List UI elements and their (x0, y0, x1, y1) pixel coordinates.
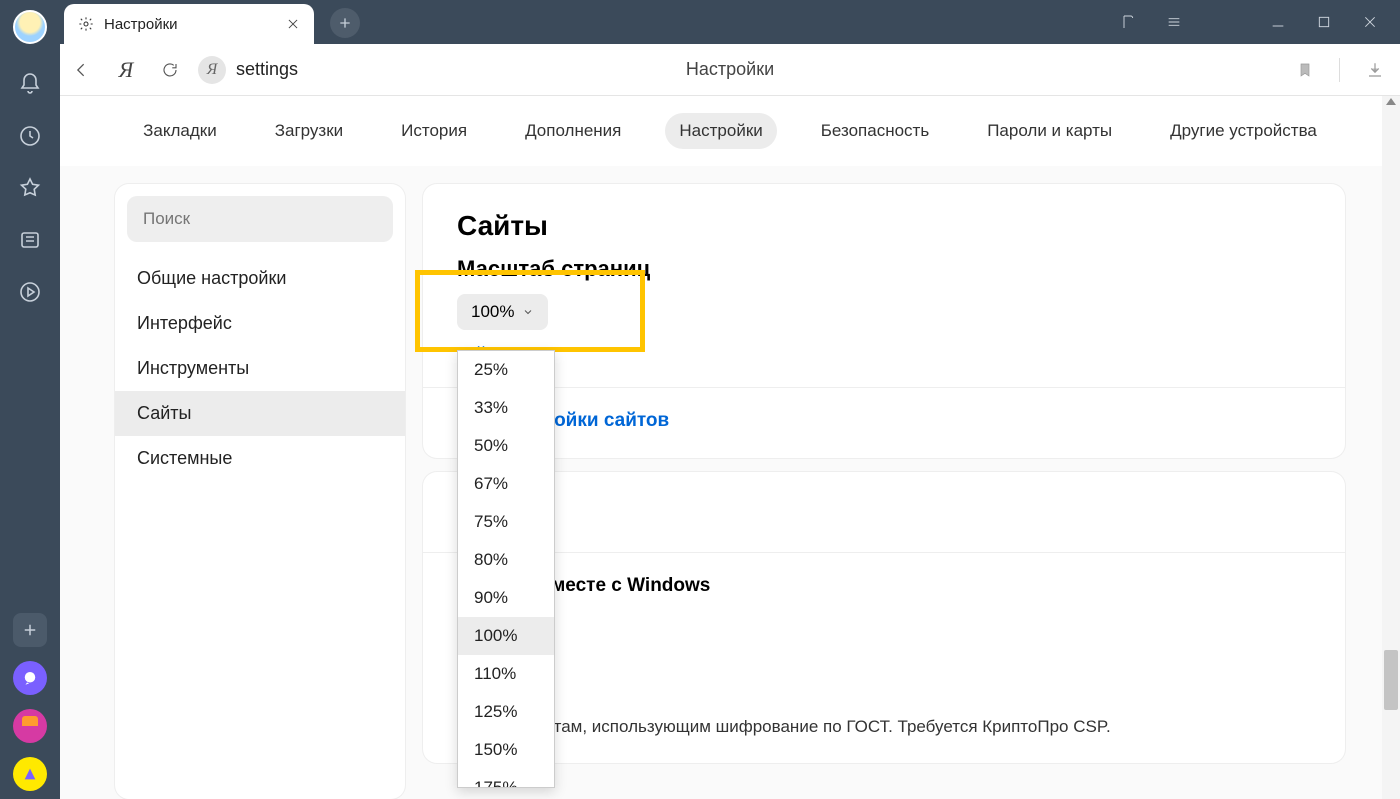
chevron-down-icon (522, 306, 534, 318)
tab-close-icon[interactable] (286, 17, 300, 31)
zoom-select-value: 100% (471, 302, 514, 322)
page-title: Настройки (686, 59, 774, 80)
site-favicon: Я (198, 56, 226, 84)
zoom-option[interactable]: 90% (458, 579, 554, 617)
zoom-option[interactable]: 150% (458, 731, 554, 769)
topnav-devices[interactable]: Другие устройства (1156, 113, 1331, 149)
sidebar-item-system[interactable]: Системные (115, 436, 405, 481)
rail-add-button[interactable] (13, 613, 47, 647)
left-rail (0, 0, 60, 799)
zoom-option[interactable]: 175% (458, 769, 554, 787)
zoom-option[interactable]: 80% (458, 541, 554, 579)
play-circle-icon[interactable] (18, 280, 42, 304)
gear-icon (78, 16, 94, 32)
window-close-icon[interactable] (1362, 14, 1378, 30)
settings-topnav: Закладки Загрузки История Дополнения Нас… (60, 96, 1400, 166)
divider (1339, 58, 1340, 82)
new-tab-button[interactable] (330, 8, 360, 38)
scroll-thumb[interactable] (1384, 650, 1398, 710)
sidebar-toggle-icon[interactable] (1120, 14, 1136, 30)
alisa-home-icon[interactable] (13, 709, 47, 743)
titlebar: Настройки (60, 0, 1400, 44)
bell-icon[interactable] (18, 72, 42, 96)
topnav-settings[interactable]: Настройки (665, 113, 776, 149)
sidebar-item-sites[interactable]: Сайты (115, 391, 405, 436)
home-button[interactable]: Я (104, 48, 148, 92)
window-minimize-icon[interactable] (1270, 14, 1286, 30)
window-maximize-icon[interactable] (1316, 14, 1332, 30)
sidebar-item-general[interactable]: Общие настройки (115, 256, 405, 301)
zoom-option[interactable]: 67% (458, 465, 554, 503)
search-input[interactable] (143, 209, 377, 229)
topnav-passwords[interactable]: Пароли и карты (973, 113, 1126, 149)
back-button[interactable] (60, 48, 104, 92)
zoom-option[interactable]: 75% (458, 503, 554, 541)
zoom-option[interactable]: 33% (458, 389, 554, 427)
zoom-section-title: Масштаб страниц (457, 256, 1311, 282)
collections-icon[interactable] (18, 228, 42, 252)
topnav-downloads[interactable]: Загрузки (261, 113, 357, 149)
zoom-select[interactable]: 100% (457, 294, 548, 330)
messenger-icon[interactable] (13, 661, 47, 695)
topnav-history[interactable]: История (387, 113, 481, 149)
bookmark-icon[interactable] (1297, 60, 1313, 80)
zoom-dropdown-list[interactable]: 25%33%50%67%75%80%90%100%110%125%150%175… (458, 351, 554, 787)
profile-avatar[interactable] (13, 10, 47, 44)
menu-icon[interactable] (1166, 14, 1182, 30)
sidebar-item-interface[interactable]: Интерфейс (115, 301, 405, 346)
zoom-option[interactable]: 50% (458, 427, 554, 465)
settings-search[interactable] (127, 196, 393, 242)
zoom-option[interactable]: 25% (458, 351, 554, 389)
gost-text: чаться к сайтам, использующим шифрование… (457, 717, 1311, 737)
star-icon[interactable] (18, 176, 42, 200)
address-bar: Я Я settings Настройки (60, 44, 1400, 96)
system-heading: ые (457, 498, 1311, 530)
settings-sidebar: Общие настройки Интерфейс Инструменты Са… (115, 184, 405, 799)
browser-tab[interactable]: Настройки (64, 4, 314, 44)
reload-button[interactable] (148, 48, 192, 92)
zoom-option[interactable]: 100% (458, 617, 554, 655)
autorun-label: Браузер вместе с Windows (457, 575, 1311, 597)
divider (423, 387, 1345, 388)
zoom-option[interactable]: 125% (458, 693, 554, 731)
download-icon[interactable] (1366, 61, 1384, 79)
divider (423, 552, 1345, 553)
advanced-site-settings-link[interactable]: ные настройки сайтов (457, 410, 1311, 432)
sites-card: Сайты Масштаб страниц 100% сайтов ные на… (423, 184, 1345, 458)
history-icon[interactable] (18, 124, 42, 148)
sidebar-item-tools[interactable]: Инструменты (115, 346, 405, 391)
topnav-security[interactable]: Безопасность (807, 113, 943, 149)
sites-heading: Сайты (457, 210, 1311, 242)
system-card: ые Браузер вместе с Windows чаться к сай… (423, 472, 1345, 763)
zoom-dropdown: 25%33%50%67%75%80%90%100%110%125%150%175… (457, 350, 555, 788)
alisa-icon[interactable] (13, 757, 47, 791)
topnav-addons[interactable]: Дополнения (511, 113, 635, 149)
tab-title: Настройки (104, 16, 276, 33)
topnav-bookmarks[interactable]: Закладки (129, 113, 231, 149)
zoom-option[interactable]: 110% (458, 655, 554, 693)
scroll-up-icon[interactable] (1386, 98, 1396, 105)
settings-page: Закладки Загрузки История Дополнения Нас… (60, 96, 1400, 799)
page-scrollbar[interactable] (1382, 96, 1400, 799)
zoom-sites-link[interactable]: сайтов (457, 344, 1311, 365)
url-text[interactable]: settings (236, 59, 298, 80)
